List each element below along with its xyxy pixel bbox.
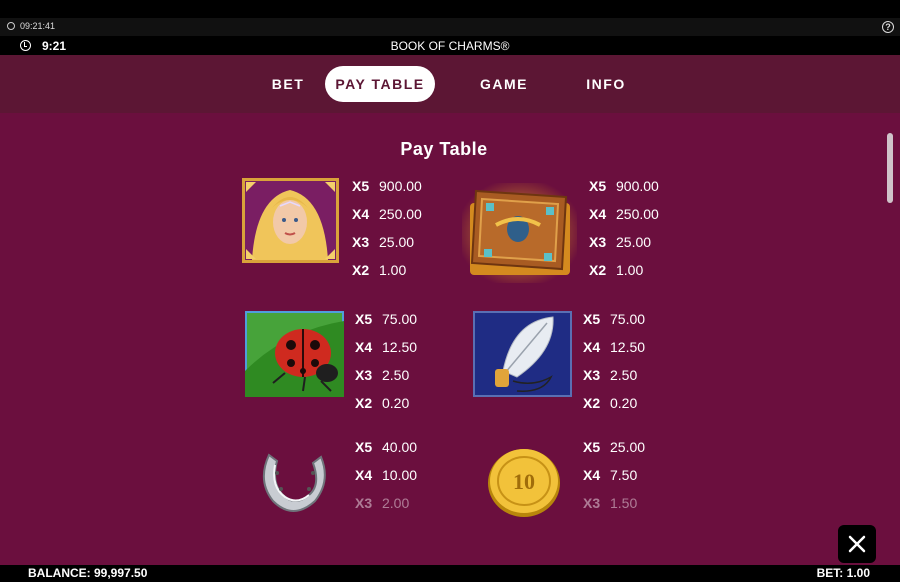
pay-row: X3 2.00 <box>355 495 410 511</box>
pay-row: X5 75.00 <box>583 311 646 327</box>
princess-symbol-icon <box>242 178 339 263</box>
pay-row: X5 900.00 <box>352 178 422 194</box>
pay-row: X3 25.00 <box>589 234 652 250</box>
pay-row: X2 1.00 <box>589 262 644 278</box>
ladybug-symbol-icon <box>245 311 344 397</box>
coin-value-text: 10 <box>513 469 535 494</box>
scrollbar-thumb[interactable] <box>887 133 893 203</box>
pay-row: X2 1.00 <box>352 262 407 278</box>
coin-pays: X5 25.00 X4 7.50 X3 1.50 <box>583 439 673 519</box>
tab-game-rules[interactable]: GAME RULES <box>450 66 558 128</box>
help-icon[interactable]: ? <box>882 21 894 33</box>
book-symbol-icon <box>462 183 577 283</box>
horseshoe-pays: X5 40.00 X4 10.00 X3 2.00 <box>355 439 445 519</box>
horseshoe-symbol-icon <box>255 441 335 517</box>
clock-icon <box>7 22 15 30</box>
system-time: 09:21:41 <box>20 21 56 31</box>
paytable-title: Pay Table <box>400 139 488 159</box>
balance-display: BALANCE: 99,997.50 <box>28 566 148 580</box>
status-footer: BALANCE: 99,997.50 BET: 1.00 <box>0 565 900 582</box>
pay-row: X4 250.00 <box>589 206 659 222</box>
princess-pays: X5 900.00 X4 250.00 X3 25.00 X2 1.00 <box>352 178 442 278</box>
pay-row: X4 7.50 <box>583 467 638 483</box>
pay-row: X4 10.00 <box>355 467 418 483</box>
pay-row: X3 2.50 <box>355 367 410 383</box>
game-title: BOOK OF CHARMS® <box>390 39 510 53</box>
pay-row: X4 12.50 <box>355 339 418 355</box>
tab-bar: BET PAY TABLE GAME RULES INFO <box>0 55 900 128</box>
pay-row: X2 0.20 <box>355 395 410 411</box>
coin-symbol-icon: 10 <box>484 443 564 523</box>
system-status-bar: 09:21:41 ? <box>0 18 900 36</box>
pay-row: X3 1.50 <box>583 495 638 511</box>
pay-row: X4 250.00 <box>352 206 422 222</box>
close-icon <box>848 535 866 553</box>
close-button[interactable] <box>838 525 876 563</box>
quill-pays: X5 75.00 X4 12.50 X3 2.50 X2 0.20 <box>583 311 673 411</box>
book-pays: X5 900.00 X4 250.00 X3 25.00 X2 1.00 <box>589 178 679 278</box>
quill-symbol-icon <box>473 311 572 397</box>
pay-row: X4 12.50 <box>583 339 646 355</box>
tab-pay-table[interactable]: PAY TABLE <box>325 66 435 102</box>
paytable-panel: Pay Table X5 900.00 X4 250.00 X3 25.00 X2 1.… <box>0 113 900 565</box>
bet-display: BET: 1.00 <box>816 566 870 580</box>
pay-row: X5 900.00 <box>589 178 659 194</box>
game-header: 9:21 BOOK OF CHARMS® <box>0 37 900 55</box>
pay-row: X5 75.00 <box>355 311 418 327</box>
pay-row: X5 40.00 <box>355 439 418 455</box>
pay-row: X3 2.50 <box>583 367 638 383</box>
pay-row: X5 25.00 <box>583 439 646 455</box>
tab-bet[interactable]: BET <box>263 66 313 102</box>
tab-info[interactable]: INFO <box>580 66 632 102</box>
pay-row: X2 0.20 <box>583 395 638 411</box>
ladybug-pays: X5 75.00 X4 12.50 X3 2.50 X2 0.20 <box>355 311 445 411</box>
pay-row: X3 25.00 <box>352 234 415 250</box>
